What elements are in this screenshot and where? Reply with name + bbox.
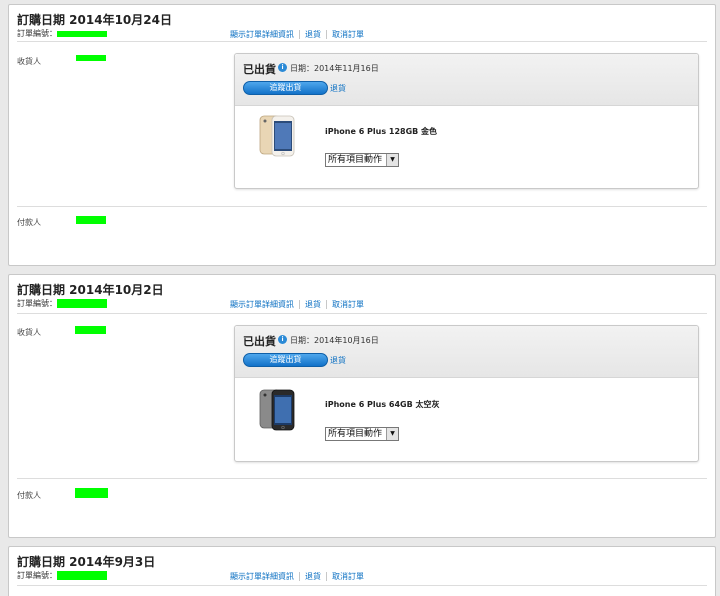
- shipment-date: 日期：2014年11月16日: [290, 64, 379, 73]
- info-icon[interactable]: i: [278, 63, 287, 72]
- order-date-title: 訂購日期 2014年10月24日: [17, 13, 172, 27]
- divider: [17, 206, 707, 207]
- order-number-label: 訂單編號：: [17, 571, 57, 580]
- cancel-order-link[interactable]: 取消訂單: [332, 300, 364, 309]
- info-icon[interactable]: i: [278, 335, 287, 344]
- redacted-payer: [76, 216, 106, 224]
- order-links: 顯示訂單詳細資訊 退貨 取消訂單: [230, 29, 364, 40]
- order-number-row: 訂單編號：: [17, 570, 107, 581]
- payer-label: 付款人: [17, 218, 41, 227]
- return-link[interactable]: 退貨: [305, 30, 321, 39]
- order-card: 訂購日期 2014年9月3日 訂單編號： 顯示訂單詳細資訊 退貨 取消訂單: [8, 546, 716, 596]
- redacted-recipient: [75, 326, 106, 334]
- return-link[interactable]: 退貨: [305, 300, 321, 309]
- order-date-title: 訂購日期 2014年10月2日: [17, 283, 164, 297]
- redacted-order-number: [57, 571, 107, 580]
- order-number-label: 訂單編號：: [17, 299, 57, 308]
- divider: [299, 30, 300, 39]
- product-image-gold-iphone: [259, 115, 295, 157]
- view-order-details-link[interactable]: 顯示訂單詳細資訊: [230, 30, 294, 39]
- redacted-recipient: [76, 55, 106, 61]
- view-order-details-link[interactable]: 顯示訂單詳細資訊: [230, 572, 294, 581]
- shipment-status: 已出貨: [243, 335, 276, 348]
- order-card: 訂購日期 2014年10月2日 訂單編號： 顯示訂單詳細資訊 退貨 取消訂單 收貨人…: [8, 274, 716, 538]
- order-card: 訂購日期 2014年10月24日 訂單編號： 顯示訂單詳細資訊 退貨 取消訂單 收貨…: [8, 4, 716, 266]
- order-links: 顯示訂單詳細資訊 退貨 取消訂單: [230, 299, 364, 310]
- cancel-order-link[interactable]: 取消訂單: [332, 572, 364, 581]
- track-shipment-button[interactable]: 追蹤出貨: [243, 81, 328, 95]
- redacted-order-number: [57, 30, 107, 37]
- shipment-header: 已出貨 i 日期：2014年10月16日 追蹤出貨 退貨: [235, 326, 698, 378]
- shipment-panel: 已出貨 i 日期：2014年11月16日 追蹤出貨 退貨 iPhone 6 Pl…: [234, 53, 699, 189]
- shipment-date: 日期：2014年10月16日: [290, 336, 379, 345]
- product-name: iPhone 6 Plus 128GB 金色: [325, 127, 438, 136]
- divider: [299, 300, 300, 309]
- product-name: iPhone 6 Plus 64GB 太空灰: [325, 400, 440, 409]
- recipient-label: 收貨人: [17, 328, 41, 337]
- shipment-panel: 已出貨 i 日期：2014年10月16日 追蹤出貨 退貨 iPhone 6 Pl…: [234, 325, 699, 462]
- order-number-row: 訂單編號：: [17, 28, 107, 39]
- divider: [326, 30, 327, 39]
- divider: [17, 478, 707, 479]
- order-date-title: 訂購日期 2014年9月3日: [17, 555, 156, 569]
- redacted-order-number: [57, 299, 107, 308]
- item-actions-select[interactable]: 所有項目動作 ▼: [325, 427, 399, 441]
- item-actions-value: 所有項目動作: [328, 155, 383, 165]
- track-shipment-button[interactable]: 追蹤出貨: [243, 353, 328, 367]
- divider: [17, 41, 707, 42]
- order-number-label: 訂單編號：: [17, 29, 57, 38]
- divider: [326, 572, 327, 581]
- shipment-return-link[interactable]: 退貨: [330, 83, 346, 94]
- item-actions-select[interactable]: 所有項目動作 ▼: [325, 153, 399, 167]
- recipient-label: 收貨人: [17, 57, 41, 66]
- view-order-details-link[interactable]: 顯示訂單詳細資訊: [230, 300, 294, 309]
- divider: [299, 572, 300, 581]
- redacted-payer: [75, 488, 108, 498]
- dropdown-arrow-icon: ▼: [386, 154, 398, 166]
- divider: [326, 300, 327, 309]
- shipment-return-link[interactable]: 退貨: [330, 355, 346, 366]
- dropdown-arrow-icon: ▼: [386, 428, 398, 440]
- return-link[interactable]: 退貨: [305, 572, 321, 581]
- cancel-order-link[interactable]: 取消訂單: [332, 30, 364, 39]
- payer-label: 付款人: [17, 491, 41, 500]
- order-links: 顯示訂單詳細資訊 退貨 取消訂單: [230, 571, 364, 582]
- item-actions-value: 所有項目動作: [328, 429, 383, 439]
- divider: [17, 585, 707, 586]
- shipment-status: 已出貨: [243, 63, 276, 76]
- shipment-header: 已出貨 i 日期：2014年11月16日 追蹤出貨 退貨: [235, 54, 698, 106]
- divider: [17, 313, 707, 314]
- order-number-row: 訂單編號：: [17, 298, 107, 309]
- product-image-space-gray-iphone: [259, 389, 295, 431]
